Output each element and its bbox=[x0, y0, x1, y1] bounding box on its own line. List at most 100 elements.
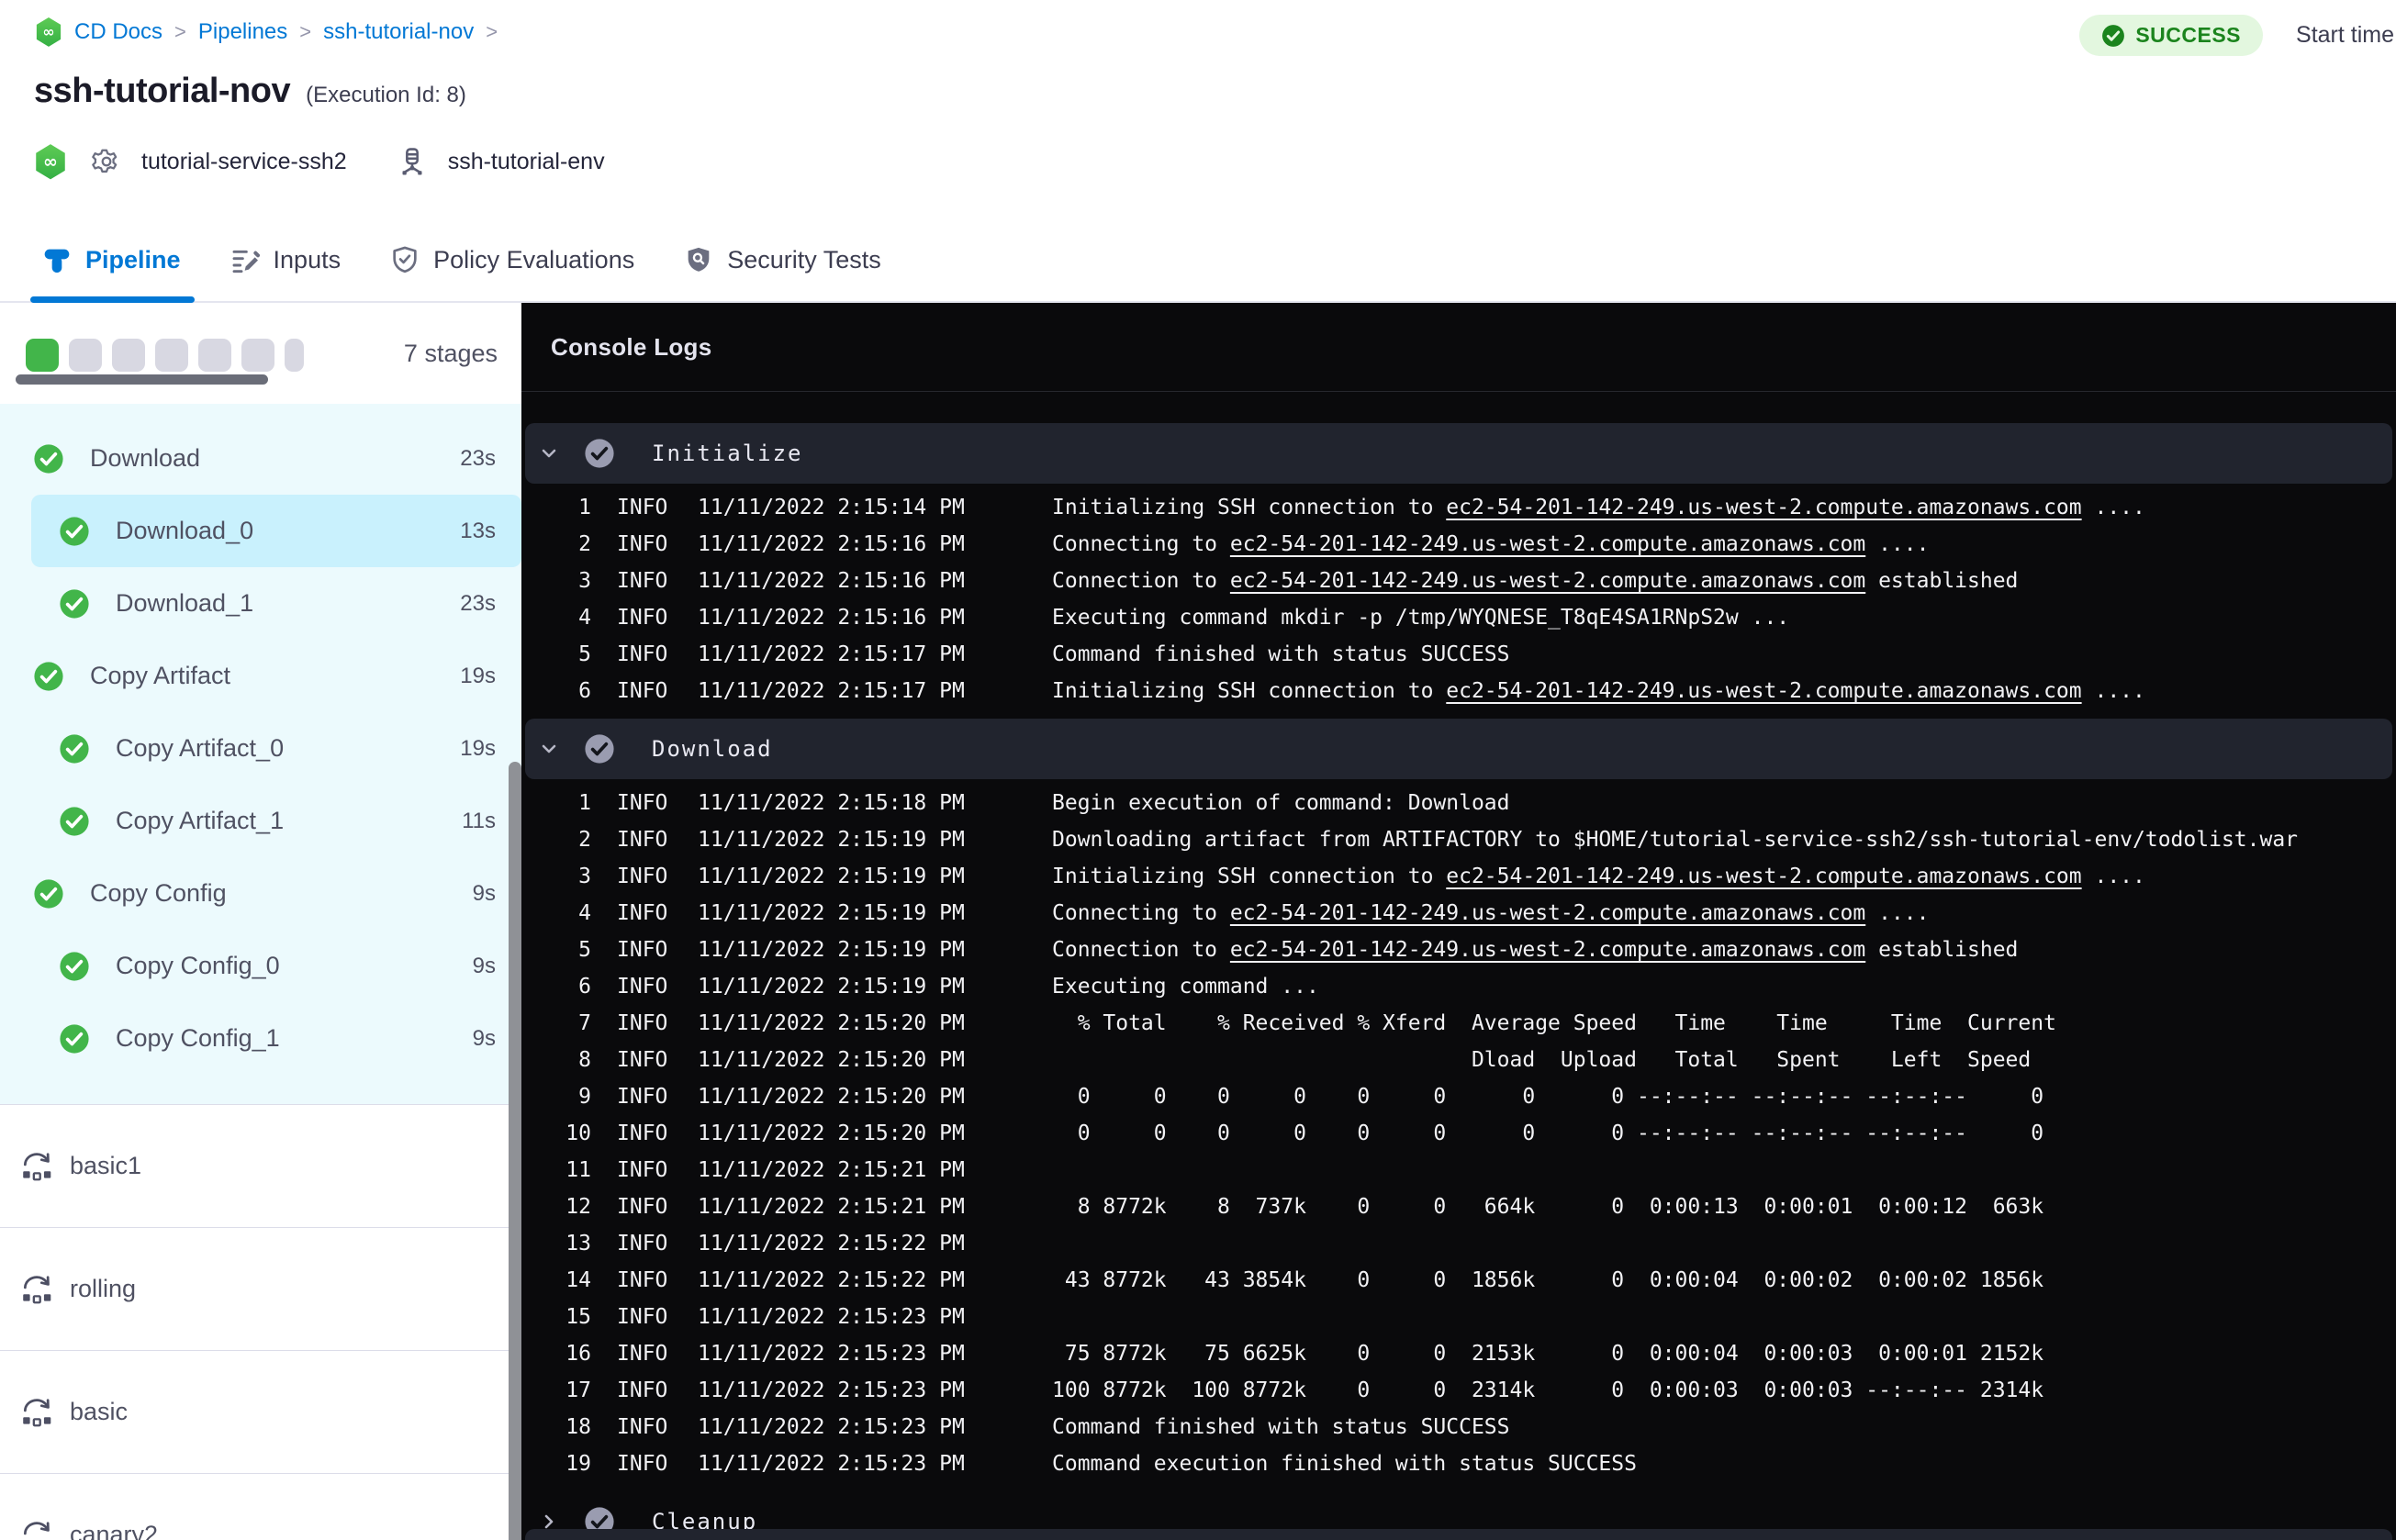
start-time-label: Start time bbox=[2296, 22, 2394, 48]
log-level: INFO bbox=[617, 975, 668, 999]
pipeline-label: basic1 bbox=[70, 1152, 142, 1179]
title-row: ssh-tutorial-nov (Execution Id: 8) bbox=[34, 72, 466, 111]
log-line: 17 INFO 11/11/2022 2:15:23 PM 100 8772k 100… bbox=[521, 1372, 2396, 1409]
log-line: 5 INFO 11/11/2022 2:15:17 PM Command finish… bbox=[521, 636, 2396, 673]
tab-inputs[interactable]: Inputs bbox=[230, 218, 341, 301]
log-level: INFO bbox=[617, 1342, 668, 1366]
log-timestamp: 11/11/2022 2:15:17 PM bbox=[698, 679, 965, 703]
pipeline-row-basic1[interactable]: basic1 bbox=[0, 1104, 521, 1227]
log-line-number: 4 bbox=[578, 901, 591, 925]
breadcrumb-separator: > bbox=[174, 20, 186, 43]
success-check-icon bbox=[59, 806, 90, 837]
stage-row-download-0[interactable]: Download_0 13s bbox=[31, 495, 521, 567]
log-line-number: 9 bbox=[578, 1085, 591, 1109]
log-timestamp: 11/11/2022 2:15:20 PM bbox=[698, 1011, 965, 1035]
tab-security-tests[interactable]: Security Tests bbox=[684, 218, 881, 301]
svg-text:∞: ∞ bbox=[43, 151, 58, 172]
log-message: Command finished with status SUCCESS bbox=[1052, 642, 1510, 666]
stage-row-download[interactable]: Download 23s bbox=[0, 422, 521, 495]
console-title: Console Logs bbox=[551, 332, 712, 361]
section-label: Download bbox=[652, 736, 773, 762]
log-message: Initializing SSH connection to ec2-54-20… bbox=[1052, 679, 2145, 703]
log-line: 19 INFO 11/11/2022 2:15:23 PM Command execu… bbox=[521, 1445, 2396, 1482]
log-line-number: 10 bbox=[565, 1122, 591, 1145]
log-line: 6 INFO 11/11/2022 2:15:19 PM Executing comm… bbox=[521, 968, 2396, 1005]
log-line-number: 5 bbox=[578, 938, 591, 962]
log-line: 16 INFO 11/11/2022 2:15:23 PM 75 8772k 75 … bbox=[521, 1335, 2396, 1372]
log-level: INFO bbox=[617, 1085, 668, 1109]
chevron-down-icon[interactable] bbox=[538, 442, 560, 464]
host-link[interactable]: ec2-54-201-142-249.us-west-2.compute.ama… bbox=[1446, 679, 2081, 703]
main: 7 stages Download 23s Download_0 13s Downloa… bbox=[0, 303, 2396, 1540]
breadcrumb-link-cd-docs[interactable]: CD Docs bbox=[74, 19, 162, 45]
success-check-icon bbox=[33, 443, 64, 474]
log-level: INFO bbox=[617, 791, 668, 815]
stage-duration: 19s bbox=[460, 735, 496, 761]
log-message: 100 8772k 100 8772k 0 0 2314k 0 0:00:03 … bbox=[1052, 1378, 2044, 1402]
log-line: 14 INFO 11/11/2022 2:15:22 PM 43 8772k 43 … bbox=[521, 1262, 2396, 1299]
host-link[interactable]: ec2-54-201-142-249.us-west-2.compute.ama… bbox=[1230, 569, 1865, 593]
stage-row-download-1[interactable]: Download_1 23s bbox=[0, 567, 521, 640]
sidebar-scrollbar-thumb[interactable] bbox=[509, 762, 521, 1540]
stage-row-copy-artifact-1[interactable]: Copy Artifact_1 11s bbox=[0, 785, 521, 857]
host-link[interactable]: ec2-54-201-142-249.us-west-2.compute.ama… bbox=[1446, 865, 2081, 888]
log-line-number: 1 bbox=[578, 496, 591, 519]
log-line-number: 15 bbox=[565, 1305, 591, 1329]
log-level: INFO bbox=[617, 901, 668, 925]
section-lines: 1 INFO 11/11/2022 2:15:14 PM Initializing S… bbox=[521, 489, 2396, 709]
log-timestamp: 11/11/2022 2:15:20 PM bbox=[698, 1085, 965, 1109]
log-timestamp: 11/11/2022 2:15:19 PM bbox=[698, 938, 965, 962]
log-timestamp: 11/11/2022 2:15:22 PM bbox=[698, 1232, 965, 1255]
log-section-initialize: Initialize 1 INFO 11/11/2022 2:15:14 PM Init… bbox=[521, 423, 2396, 709]
log-level: INFO bbox=[617, 1011, 668, 1035]
success-check-icon bbox=[59, 516, 90, 547]
log-message: Connecting to ec2-54-201-142-249.us-west… bbox=[1052, 901, 1930, 925]
log-line-number: 8 bbox=[578, 1048, 591, 1072]
log-timestamp: 11/11/2022 2:15:14 PM bbox=[698, 496, 965, 519]
stage-row-copy-config-0[interactable]: Copy Config_0 9s bbox=[0, 930, 521, 1002]
environment-name[interactable]: ssh-tutorial-env bbox=[448, 149, 605, 175]
stage-row-copy-config[interactable]: Copy Config 9s bbox=[0, 857, 521, 930]
chevron-down-icon[interactable] bbox=[538, 738, 560, 760]
breadcrumb-link-pipelines[interactable]: Pipelines bbox=[198, 19, 287, 45]
pipeline-row-basic[interactable]: basic bbox=[0, 1350, 521, 1473]
stage-progress-scrollbar[interactable] bbox=[16, 374, 268, 385]
service-env-row: ∞ tutorial-service-ssh2 ssh-tutorial-env bbox=[34, 138, 605, 185]
section-header-download[interactable]: Download bbox=[525, 719, 2392, 779]
success-check-icon bbox=[33, 878, 64, 909]
tab-label: Pipeline bbox=[85, 245, 181, 273]
host-link[interactable]: ec2-54-201-142-249.us-west-2.compute.ama… bbox=[1446, 496, 2081, 519]
stage-list: Download 23s Download_0 13s Download_1 23s Cop… bbox=[0, 404, 521, 1104]
log-timestamp: 11/11/2022 2:15:21 PM bbox=[698, 1158, 965, 1182]
section-header-initialize[interactable]: Initialize bbox=[525, 423, 2392, 484]
host-link[interactable]: ec2-54-201-142-249.us-west-2.compute.ama… bbox=[1230, 532, 1865, 556]
log-message: Initializing SSH connection to ec2-54-20… bbox=[1052, 865, 2145, 888]
pipeline-row-canary2[interactable]: canary2 bbox=[0, 1473, 521, 1540]
log-timestamp: 11/11/2022 2:15:23 PM bbox=[698, 1415, 965, 1439]
console-header: Console Logs bbox=[521, 303, 2396, 392]
stage-label: Download bbox=[90, 444, 201, 472]
tab-policy-evaluations[interactable]: Policy Evaluations bbox=[390, 218, 634, 301]
host-link[interactable]: ec2-54-201-142-249.us-west-2.compute.ama… bbox=[1230, 938, 1865, 962]
breadcrumb-link-ssh-tutorial-nov[interactable]: ssh-tutorial-nov bbox=[323, 19, 474, 45]
log-line-number: 4 bbox=[578, 606, 591, 630]
log-timestamp: 11/11/2022 2:15:16 PM bbox=[698, 606, 965, 630]
log-message: Command finished with status SUCCESS bbox=[1052, 1415, 1510, 1439]
stage-row-copy-config-1[interactable]: Copy Config_1 9s bbox=[0, 1002, 521, 1075]
stage-row-copy-artifact[interactable]: Copy Artifact 19s bbox=[0, 640, 521, 712]
log-message: Connection to ec2-54-201-142-249.us-west… bbox=[1052, 569, 2019, 593]
log-timestamp: 11/11/2022 2:15:19 PM bbox=[698, 828, 965, 852]
service-name[interactable]: tutorial-service-ssh2 bbox=[141, 149, 347, 175]
log-section-download: Download 1 INFO 11/11/2022 2:15:18 PM Begin … bbox=[521, 719, 2396, 1482]
tab-pipeline[interactable]: Pipeline bbox=[30, 218, 195, 303]
stage-label: Copy Config bbox=[90, 879, 227, 907]
host-link[interactable]: ec2-54-201-142-249.us-west-2.compute.ama… bbox=[1230, 901, 1865, 925]
log-message: 0 0 0 0 0 0 0 0 --:--:-- --:--:-- --:--:… bbox=[1052, 1122, 2044, 1145]
log-level: INFO bbox=[617, 679, 668, 703]
pipeline-row-rolling[interactable]: rolling bbox=[0, 1227, 521, 1350]
stage-duration: 23s bbox=[460, 590, 496, 616]
rollout-icon bbox=[19, 1397, 54, 1428]
log-line: 7 INFO 11/11/2022 2:15:20 PM % Total % Rec… bbox=[521, 1005, 2396, 1042]
stage-row-copy-artifact-0[interactable]: Copy Artifact_0 19s bbox=[0, 712, 521, 785]
page: ∞ CD Docs > Pipelines > ssh-tutorial-nov > ssh… bbox=[0, 0, 2396, 1540]
